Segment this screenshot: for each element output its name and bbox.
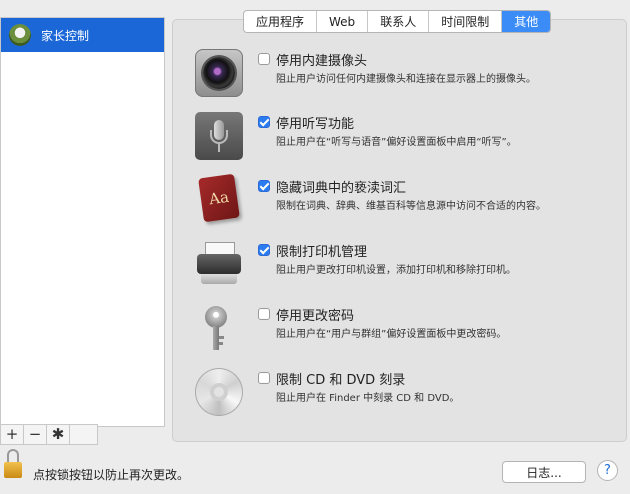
- tab-bar: 应用程序 Web 联系人 时间限制 其他: [243, 10, 552, 33]
- sidebar-toolbar: + − ✱: [0, 424, 98, 445]
- avatar: [9, 24, 31, 46]
- option-title: 停用听写功能: [276, 117, 355, 132]
- disable-dictation-checkbox[interactable]: [258, 116, 270, 128]
- user-name-label: 家长控制: [41, 28, 90, 43]
- microphone-icon: [195, 112, 243, 160]
- option-description: 阻止用户访问任何内建摄像头和连接在显示器上的摄像头。: [276, 74, 536, 85]
- option-title: 隐藏词典中的亵渎词汇: [276, 181, 407, 196]
- option-title: 限制 CD 和 DVD 刻录: [276, 373, 406, 388]
- help-button[interactable]: ?: [597, 460, 618, 481]
- add-user-button[interactable]: +: [1, 425, 24, 444]
- tab-apps[interactable]: 应用程序: [244, 11, 318, 32]
- limit-printer-admin-checkbox[interactable]: [258, 244, 270, 256]
- option-title: 停用更改密码: [276, 309, 355, 324]
- hide-profanity-checkbox[interactable]: [258, 180, 270, 192]
- sidebar-item-user[interactable]: 家长控制: [1, 18, 164, 52]
- tab-time-limits[interactable]: 时间限制: [429, 11, 503, 32]
- disable-camera-checkbox[interactable]: [258, 53, 270, 65]
- limit-disc-burning-checkbox[interactable]: [258, 372, 270, 384]
- tab-contacts[interactable]: 联系人: [368, 11, 430, 32]
- disable-password-change-checkbox[interactable]: [258, 308, 270, 320]
- lock-icon[interactable]: [4, 449, 22, 479]
- remove-user-button[interactable]: −: [24, 425, 47, 444]
- lock-hint-text: 点按锁按钮以防止再次更改。: [33, 468, 190, 482]
- option-title: 限制打印机管理: [276, 245, 368, 260]
- log-button[interactable]: 日志...: [502, 461, 586, 483]
- option-description: 阻止用户更改打印机设置，添加打印机和移除打印机。: [276, 265, 516, 276]
- dictionary-icon: Aa: [198, 173, 240, 223]
- key-icon: [195, 304, 243, 352]
- option-description: 阻止用户在“用户与群组”偏好设置面板中更改密码。: [276, 329, 507, 340]
- toolbar-filler: [70, 425, 97, 444]
- option-description: 阻止用户在 Finder 中刻录 CD 和 DVD。: [276, 393, 460, 404]
- tab-web[interactable]: Web: [317, 11, 369, 32]
- tab-other[interactable]: 其他: [502, 11, 551, 32]
- camera-icon: [195, 49, 243, 97]
- sidebar: 家长控制: [0, 17, 165, 427]
- option-title: 停用内建摄像头: [276, 54, 368, 69]
- option-description: 限制在词典、辞典、维基百科等信息源中访问不合适的内容。: [276, 201, 546, 212]
- gear-icon[interactable]: ✱: [47, 425, 70, 444]
- cd-icon: [195, 368, 243, 416]
- option-description: 阻止用户在“听写与语音”偏好设置面板中启用“听写”。: [276, 137, 517, 148]
- printer-icon: [195, 240, 243, 288]
